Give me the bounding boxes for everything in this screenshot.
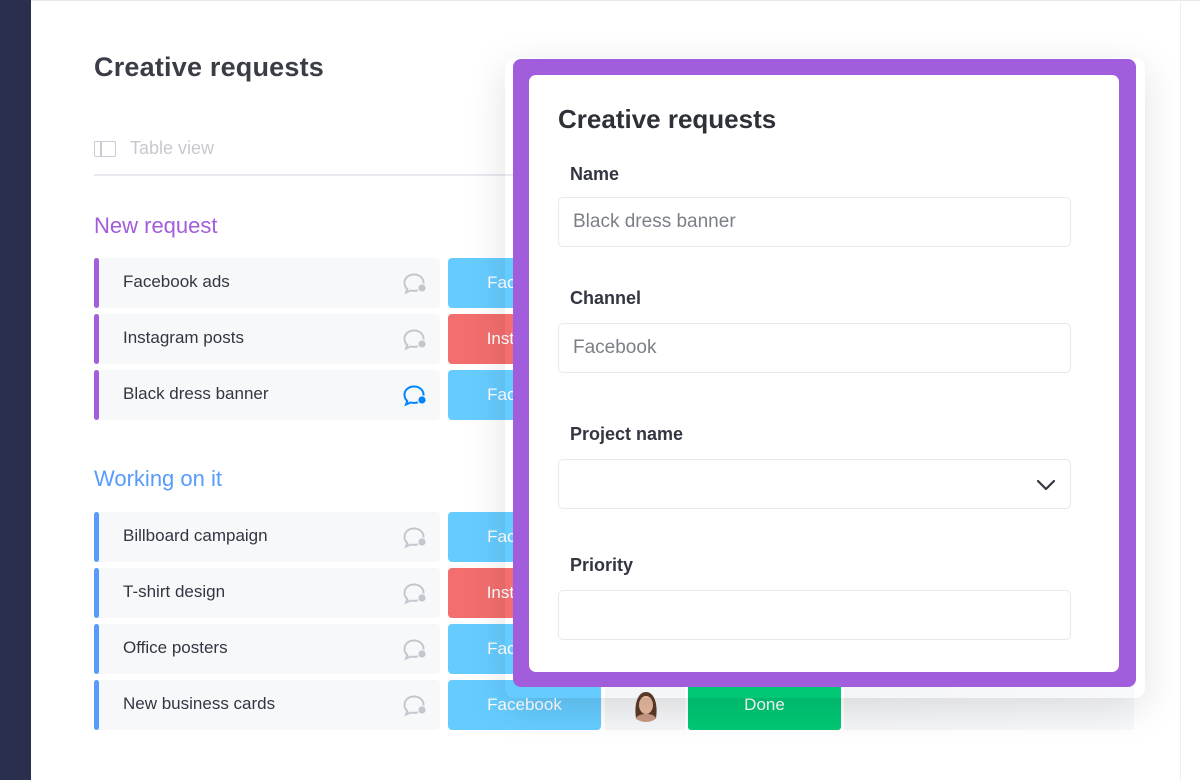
chevron-down-icon[interactable]: [1036, 475, 1056, 495]
item-name[interactable]: New business cards: [123, 694, 275, 714]
table-view-tab[interactable]: Table view: [94, 138, 214, 159]
group-color-bar: [94, 314, 99, 364]
form-modal-frame: Creative requests Name Black dress banne…: [513, 59, 1136, 687]
row-item-cell[interactable]: T-shirt design: [94, 568, 440, 618]
item-name[interactable]: Facebook ads: [123, 272, 230, 292]
item-name[interactable]: Office posters: [123, 638, 228, 658]
item-name[interactable]: Instagram posts: [123, 328, 244, 348]
name-field[interactable]: Black dress banner: [558, 197, 1071, 247]
group-color-bar: [94, 370, 99, 420]
row-item-cell[interactable]: Facebook ads: [94, 258, 440, 308]
left-sidebar: [0, 0, 31, 780]
group-color-bar: [94, 568, 99, 618]
row-item-cell[interactable]: Black dress banner: [94, 370, 440, 420]
chat-bubble-icon[interactable]: [402, 638, 428, 662]
view-divider: [94, 174, 534, 176]
row-item-cell[interactable]: Instagram posts: [94, 314, 440, 364]
channel-label: Channel: [570, 288, 642, 308]
chat-bubble-icon[interactable]: [402, 694, 428, 718]
name-field-value: Black dress banner: [573, 211, 736, 232]
form-modal: Creative requests Name Black dress banne…: [529, 75, 1119, 672]
chat-bubble-icon[interactable]: [402, 526, 428, 550]
name-label: Name: [570, 164, 620, 184]
table-view-label: Table view: [130, 138, 215, 158]
table-view-icon: [94, 140, 116, 157]
group-color-bar: [94, 258, 99, 308]
item-name[interactable]: Billboard campaign: [123, 526, 268, 546]
group-color-bar: [94, 624, 99, 674]
group-color-bar: [94, 680, 99, 730]
group-color-bar: [94, 512, 99, 562]
item-name[interactable]: Black dress banner: [123, 384, 269, 404]
row-item-cell[interactable]: Office posters: [94, 624, 440, 674]
row-item-cell[interactable]: Billboard campaign: [94, 512, 440, 562]
item-name[interactable]: T-shirt design: [123, 582, 225, 602]
chat-bubble-icon[interactable]: [402, 384, 428, 408]
channel-field[interactable]: Facebook: [558, 323, 1071, 373]
project-name-select[interactable]: [558, 459, 1071, 509]
priority-label: Priority: [570, 555, 634, 575]
group-title-working-on-it[interactable]: Working on it: [94, 466, 222, 492]
chat-bubble-icon[interactable]: [402, 582, 428, 606]
project-name-label: Project name: [570, 424, 684, 444]
right-divider: [1180, 0, 1181, 780]
row-item-cell[interactable]: New business cards: [94, 680, 440, 730]
board-title: Creative requests: [94, 52, 325, 82]
group-title-new-request[interactable]: New request: [94, 213, 218, 239]
form-title: Creative requests: [558, 104, 777, 134]
channel-field-value: Facebook: [573, 337, 657, 358]
chat-bubble-icon[interactable]: [402, 272, 428, 296]
priority-field[interactable]: [558, 590, 1071, 640]
chat-bubble-icon[interactable]: [402, 328, 428, 352]
